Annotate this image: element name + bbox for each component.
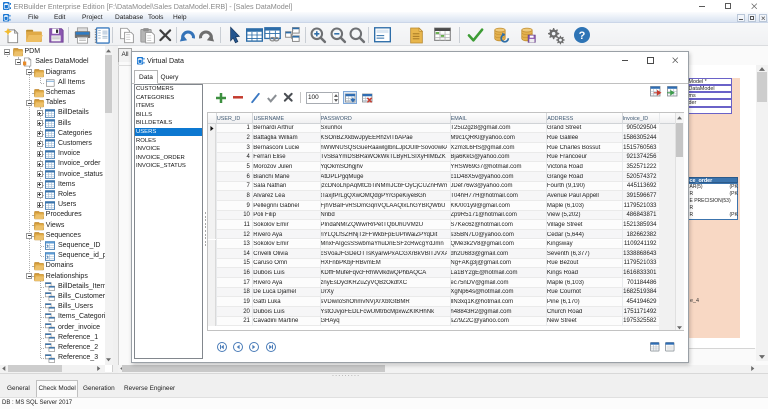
svg-text:?: ?: [579, 30, 586, 42]
